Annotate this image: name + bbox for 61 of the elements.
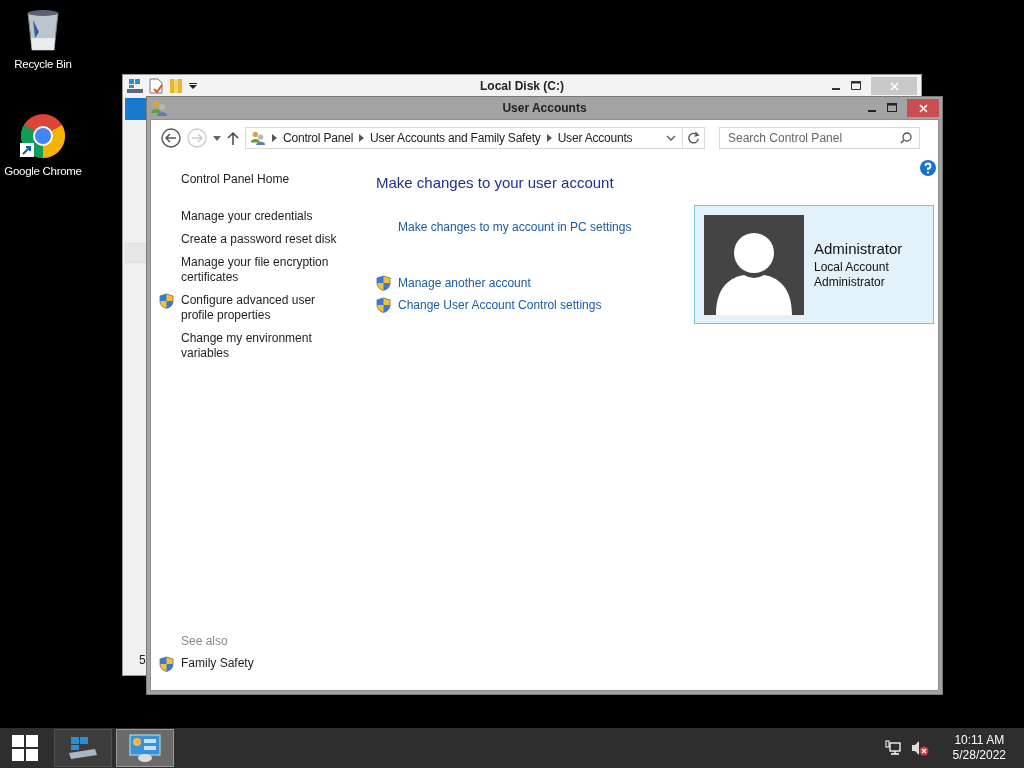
maximize-icon[interactable]	[851, 81, 861, 91]
breadcrumb[interactable]: User Accounts and Family Safety	[370, 131, 541, 145]
close-icon	[918, 103, 928, 113]
sidebar-link[interactable]: Family Safety	[181, 656, 254, 671]
sidebar-link[interactable]: Change my environment variables	[181, 331, 341, 361]
list-row[interactable]	[125, 243, 149, 263]
task-link[interactable]: Make changes to my account in PC settings	[398, 219, 632, 235]
up-arrow-icon[interactable]	[227, 131, 239, 145]
close-button[interactable]	[907, 99, 939, 117]
chrome-icon[interactable]	[20, 113, 66, 159]
search-field[interactable]: Search Control Panel	[719, 127, 920, 149]
account-detail: Local Account	[814, 259, 890, 275]
user-avatar-icon	[704, 214, 804, 315]
account-detail: Administrator	[814, 274, 886, 290]
taskbar-button[interactable]	[116, 729, 174, 767]
shield-icon	[159, 293, 174, 309]
window-title: User Accounts	[502, 101, 587, 115]
status-text: 5	[139, 653, 146, 667]
sidebar-link[interactable]: Manage your file encryption certificates	[181, 255, 341, 285]
shield-icon	[159, 656, 174, 672]
desktop-icon-label[interactable]: Google Chrome	[4, 165, 82, 177]
dropdown-caret-icon[interactable]	[189, 82, 197, 90]
users-icon	[250, 130, 266, 146]
chevron-right-icon[interactable]	[546, 134, 552, 142]
shield-icon	[376, 275, 391, 291]
breadcrumb[interactable]: Control Panel	[283, 131, 354, 145]
page-heading: Make changes to your user account	[376, 174, 615, 191]
control-panel-icon	[129, 734, 161, 762]
task-link[interactable]: Manage another account	[398, 275, 531, 291]
address-bar[interactable]: Control Panel User Accounts and Family Safety User Accounts	[245, 127, 705, 149]
sidebar-link[interactable]: Control Panel Home	[181, 172, 290, 187]
clock-time[interactable]: 10:11 AM	[954, 733, 1005, 748]
chevron-right-icon[interactable]	[272, 134, 277, 142]
section-label: See also	[181, 634, 229, 648]
breadcrumb[interactable]: User Accounts	[557, 131, 633, 145]
drive-icon	[127, 78, 143, 94]
sidebar-link[interactable]: Create a password reset disk	[181, 232, 337, 247]
sidebar-link[interactable]: Manage your credentials	[181, 209, 313, 224]
sidebar-link[interactable]: Configure advanced user profile properties	[181, 293, 341, 323]
account-name: Administrator	[814, 239, 903, 257]
help-icon[interactable]	[920, 160, 936, 176]
volume-icon[interactable]	[910, 740, 929, 756]
shield-icon	[376, 297, 391, 313]
recycle-bin-icon[interactable]	[25, 8, 61, 52]
desktop-icon-label[interactable]: Recycle Bin	[14, 58, 72, 70]
task-link[interactable]: Change User Account Control settings	[398, 297, 602, 313]
document-icon[interactable]	[149, 78, 163, 94]
back-icon[interactable]	[161, 128, 181, 148]
chevron-down-icon[interactable]	[666, 135, 676, 141]
users-icon	[150, 99, 168, 117]
clock-date[interactable]: 5/28/2022	[952, 748, 1006, 763]
close-icon	[889, 81, 899, 91]
taskbar-button[interactable]	[54, 729, 112, 767]
chevron-right-icon[interactable]	[359, 134, 365, 142]
maximize-icon[interactable]	[887, 103, 897, 113]
window-title: Local Disk (C:)	[480, 79, 564, 93]
caret-icon[interactable]	[213, 135, 221, 141]
network-icon[interactable]	[884, 740, 901, 756]
drive-icon	[67, 735, 99, 761]
search-icon[interactable]	[900, 132, 912, 144]
windows-logo-icon[interactable]	[12, 735, 38, 761]
